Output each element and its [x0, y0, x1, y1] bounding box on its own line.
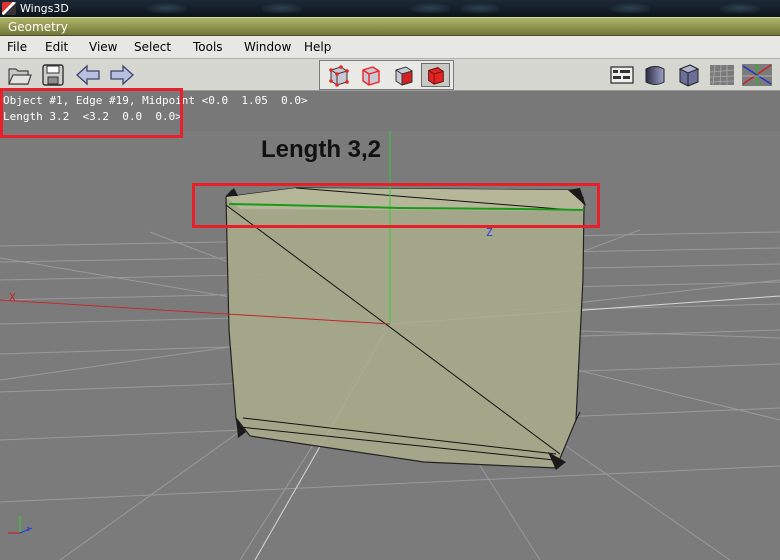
- redo-arrow-icon[interactable]: [109, 62, 135, 88]
- geometry-viewport[interactable]: z X Z: [0, 131, 780, 560]
- taskbar-glow-decoration: [147, 3, 187, 13]
- selection-info-line: Object #1, Edge #19, Midpoint <0.0 1.05 …: [3, 94, 308, 107]
- taskbar-glow-decoration: [460, 3, 500, 13]
- info-line-area: Object #1, Edge #19, Midpoint <0.0 1.05 …: [0, 91, 780, 131]
- menu-window[interactable]: Window: [244, 40, 291, 54]
- edge-mode-icon[interactable]: [355, 63, 384, 87]
- menu-select[interactable]: Select: [134, 40, 171, 54]
- geometry-window-header[interactable]: Geometry: [0, 17, 780, 36]
- wireframe-icon[interactable]: [709, 62, 735, 88]
- face-mode-icon[interactable]: [388, 63, 417, 87]
- open-folder-icon[interactable]: [6, 62, 32, 88]
- axes-grid-icon[interactable]: [741, 62, 773, 88]
- menu-tools[interactable]: Tools: [193, 40, 223, 54]
- toolbar: [0, 59, 780, 91]
- taskbar-glow-decoration: [720, 3, 760, 13]
- taskbar-glow-decoration: [410, 3, 450, 13]
- flat-shade-icon[interactable]: [676, 62, 702, 88]
- menu-view[interactable]: View: [89, 40, 117, 54]
- scene-canvas[interactable]: z: [0, 131, 780, 560]
- smooth-shade-icon[interactable]: [642, 62, 668, 88]
- vertex-mode-icon[interactable]: [323, 63, 352, 87]
- wings3d-app-icon: [2, 2, 16, 15]
- length-annotation: Length 3,2: [261, 136, 382, 163]
- z-axis-label: Z: [486, 226, 493, 239]
- menu-help[interactable]: Help: [304, 40, 331, 54]
- cube-mesh[interactable]: [225, 187, 585, 469]
- length-info-line: Length 3.2 <3.2 0.0 0.0>: [3, 110, 182, 123]
- undo-arrow-icon[interactable]: [75, 62, 101, 88]
- x-axis-label: X: [9, 291, 16, 304]
- taskbar-glow-decoration: [610, 3, 650, 13]
- geometry-title: Geometry: [8, 20, 68, 34]
- workmode-icon[interactable]: [609, 62, 635, 88]
- selection-mode-group: [319, 60, 454, 90]
- svg-text:z: z: [26, 525, 30, 533]
- menu-bar: File Edit View Select Tools Window Help: [0, 36, 780, 59]
- window-title-bar: Wings3D: [0, 0, 780, 17]
- body-mode-icon[interactable]: [421, 63, 450, 87]
- taskbar-glow-decoration: [262, 3, 302, 13]
- window-title: Wings3D: [20, 2, 69, 15]
- save-disk-icon[interactable]: [40, 62, 66, 88]
- menu-edit[interactable]: Edit: [45, 40, 68, 54]
- menu-file[interactable]: File: [7, 40, 27, 54]
